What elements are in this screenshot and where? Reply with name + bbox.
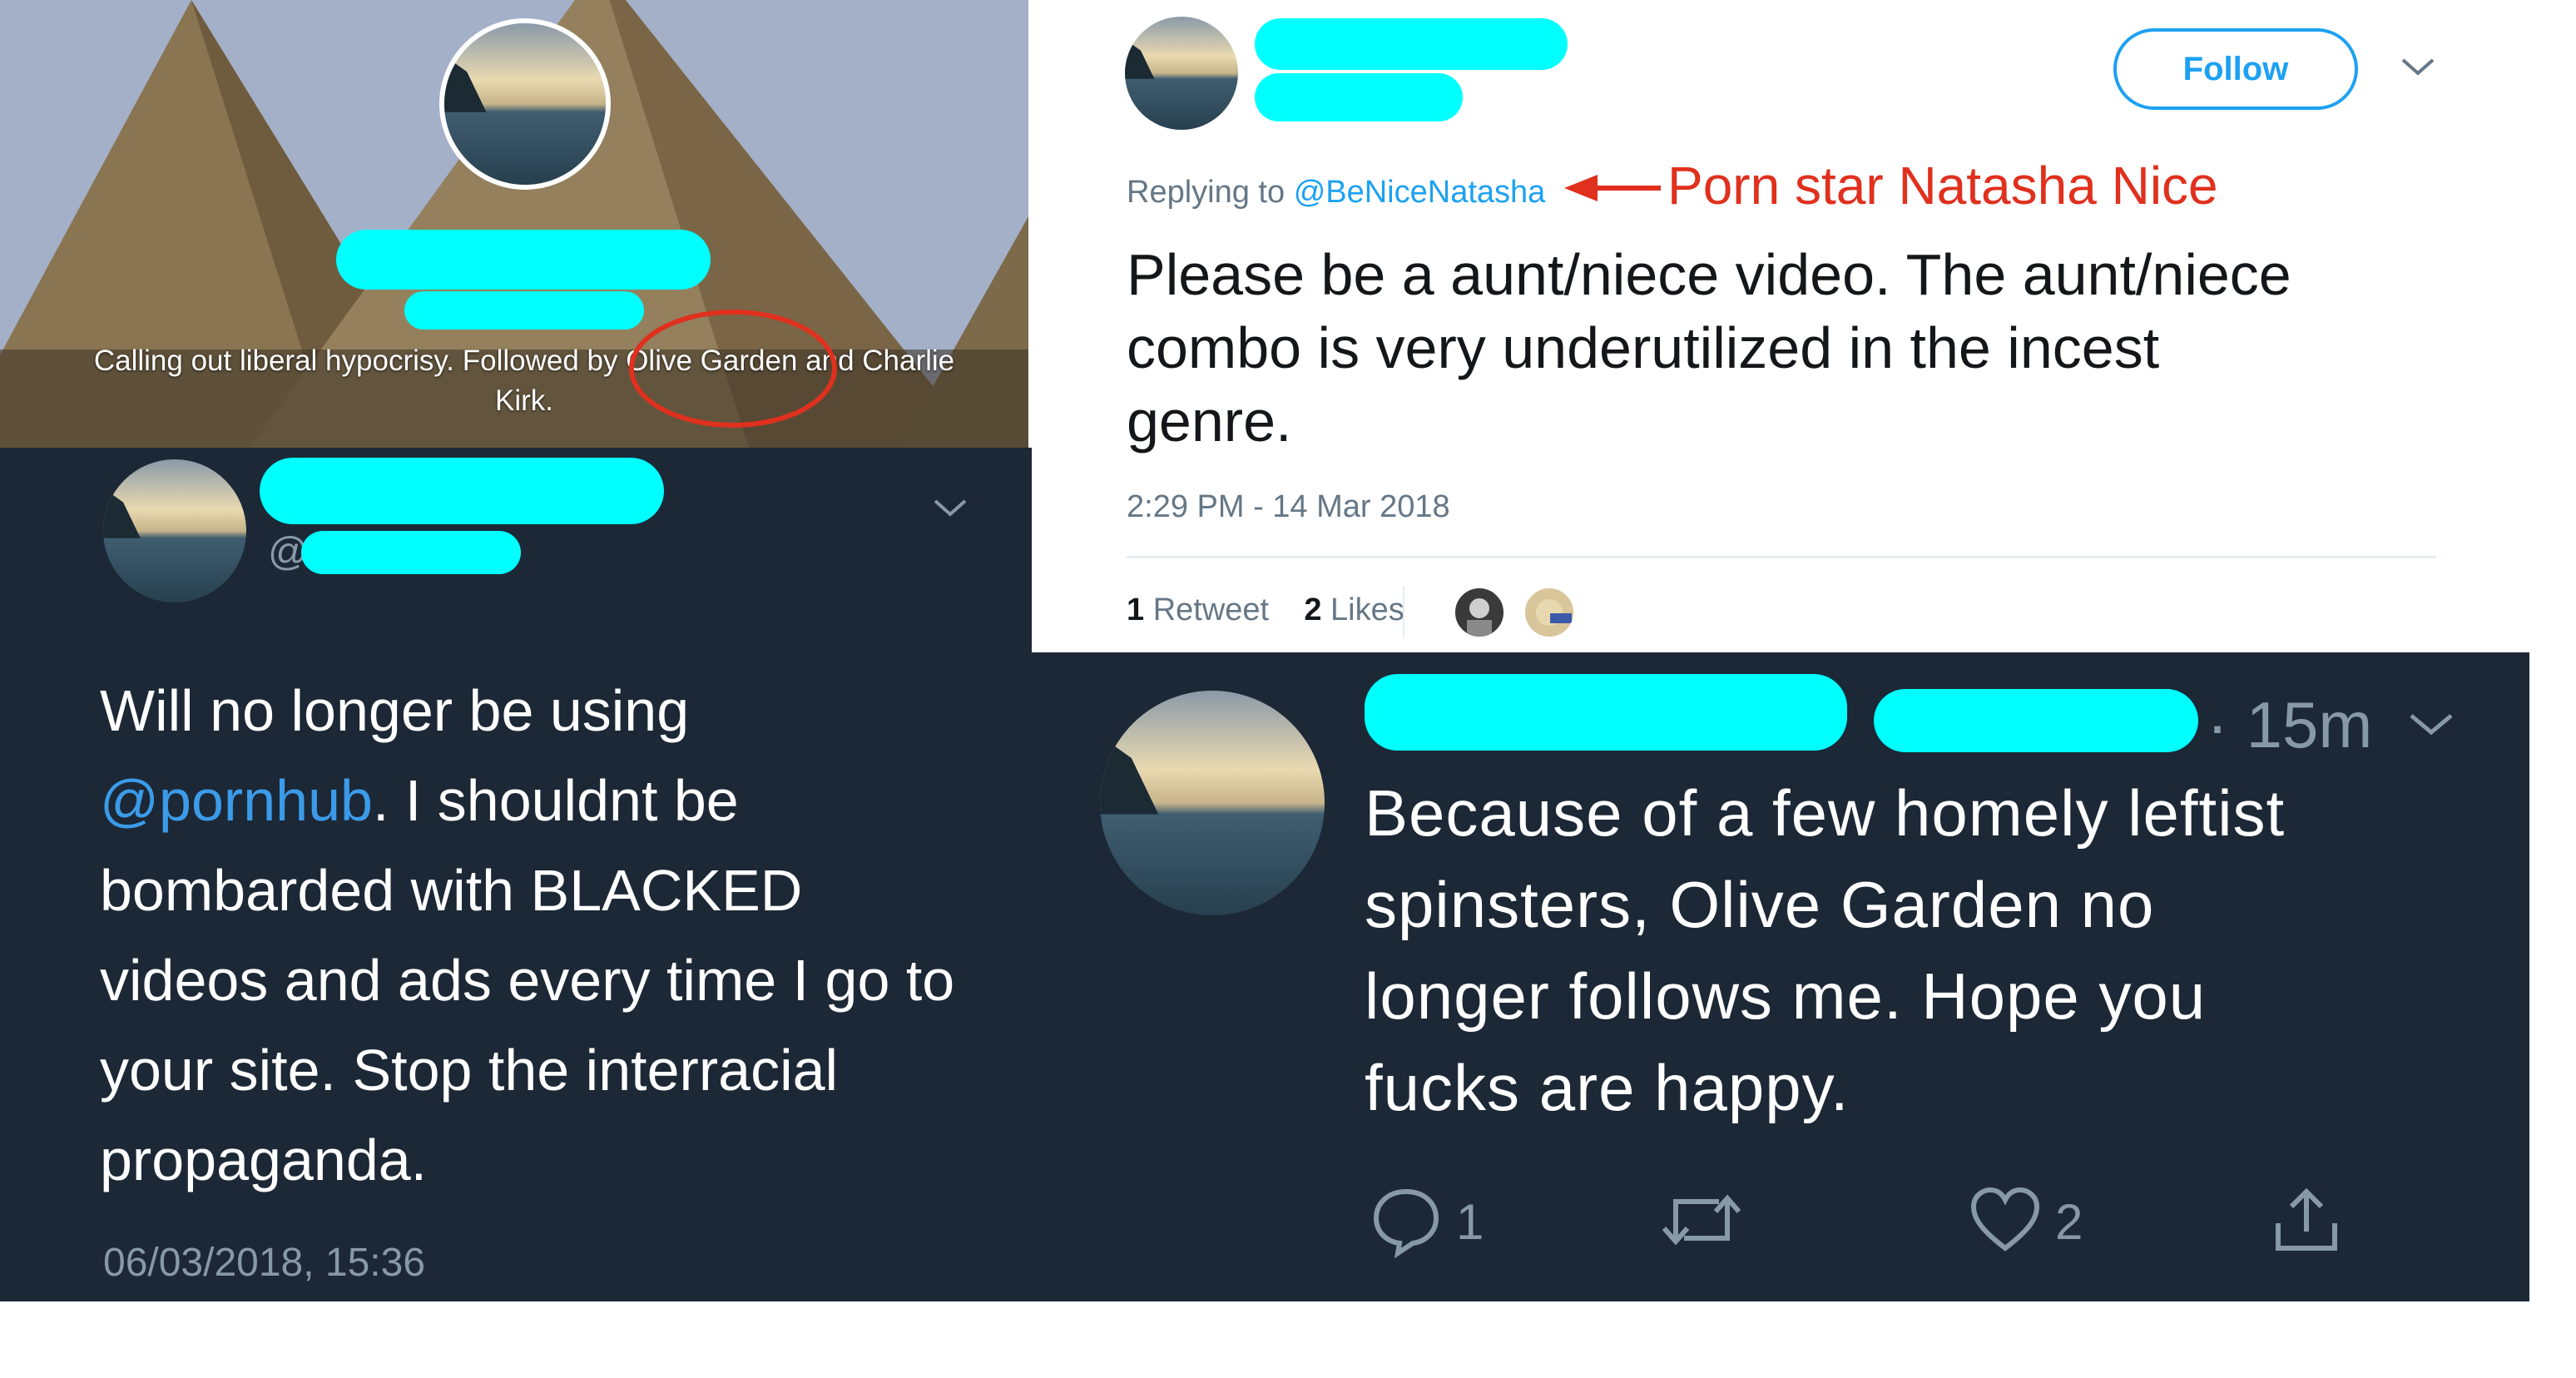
tweet-timestamp: 06/03/2018, 15:36 xyxy=(103,1241,426,1285)
liker-avatar[interactable] xyxy=(1453,586,1506,639)
chevron-down-icon[interactable] xyxy=(929,491,972,528)
retweet-count[interactable]: 1 Retweet xyxy=(1127,592,1269,627)
chevron-down-icon[interactable] xyxy=(2396,50,2440,87)
reply-button[interactable]: 1 xyxy=(1368,1182,1484,1262)
like-count[interactable]: 2 Likes xyxy=(1304,592,1404,627)
retweet-icon xyxy=(1656,1194,1747,1262)
like-button[interactable]: 2 xyxy=(1967,1182,2083,1262)
arrow-left-icon xyxy=(1564,171,1664,209)
redacted-username xyxy=(1255,73,1463,121)
avatar[interactable] xyxy=(103,459,246,602)
tweet-text: Will no longer be using @pornhub. I shou… xyxy=(100,678,955,1192)
avatar[interactable] xyxy=(1100,691,1325,915)
profile-bio: Calling out liberal hypocrisy. Followed … xyxy=(93,344,955,417)
annotation-label: Porn star Natasha Nice xyxy=(1667,156,2218,216)
redacted-username xyxy=(404,291,644,330)
annotation-circle xyxy=(629,310,837,428)
avatar[interactable] xyxy=(1125,17,1238,130)
tweet-text: Please be a aunt/niece video. The aunt/n… xyxy=(1127,242,2291,454)
divider xyxy=(1403,586,1404,637)
tweet-timestamp[interactable]: 2:29 PM - 14 Mar 2018 xyxy=(1127,489,1450,525)
redacted-username xyxy=(301,531,521,574)
engagement-counts: 1 Retweet 2 Likes xyxy=(1127,592,1404,628)
mention-link[interactable]: @pornhub xyxy=(100,768,373,833)
tweet-text: Because of a few homely leftist spinster… xyxy=(1365,776,2286,1124)
reply-handle-link[interactable]: @BeNiceNatasha xyxy=(1294,175,1546,210)
share-button[interactable] xyxy=(2268,1182,2345,1262)
follow-button[interactable]: Follow xyxy=(2113,28,2358,110)
share-icon xyxy=(2268,1187,2345,1262)
liker-avatar[interactable] xyxy=(1523,586,1576,639)
redacted-display-name xyxy=(336,230,711,290)
redacted-display-name xyxy=(1255,18,1568,70)
redacted-username xyxy=(1874,689,2198,752)
redacted-display-name xyxy=(1365,674,1847,751)
profile-avatar[interactable] xyxy=(439,18,611,190)
chevron-down-icon[interactable] xyxy=(2405,704,2458,748)
like-count: 2 xyxy=(2055,1194,2083,1250)
heart-icon xyxy=(1967,1182,2043,1262)
reply-count: 1 xyxy=(1456,1194,1484,1250)
replying-to: Replying to @BeNiceNatasha xyxy=(1127,175,1546,210)
retweet-button[interactable] xyxy=(1656,1182,1747,1262)
divider xyxy=(1127,556,2436,558)
tweet-time[interactable]: · 15m xyxy=(2207,687,2372,763)
redacted-display-name xyxy=(260,458,664,524)
profile-header-panel: Calling out liberal hypocrisy. Followed … xyxy=(0,0,1028,448)
reply-icon xyxy=(1368,1182,1444,1262)
